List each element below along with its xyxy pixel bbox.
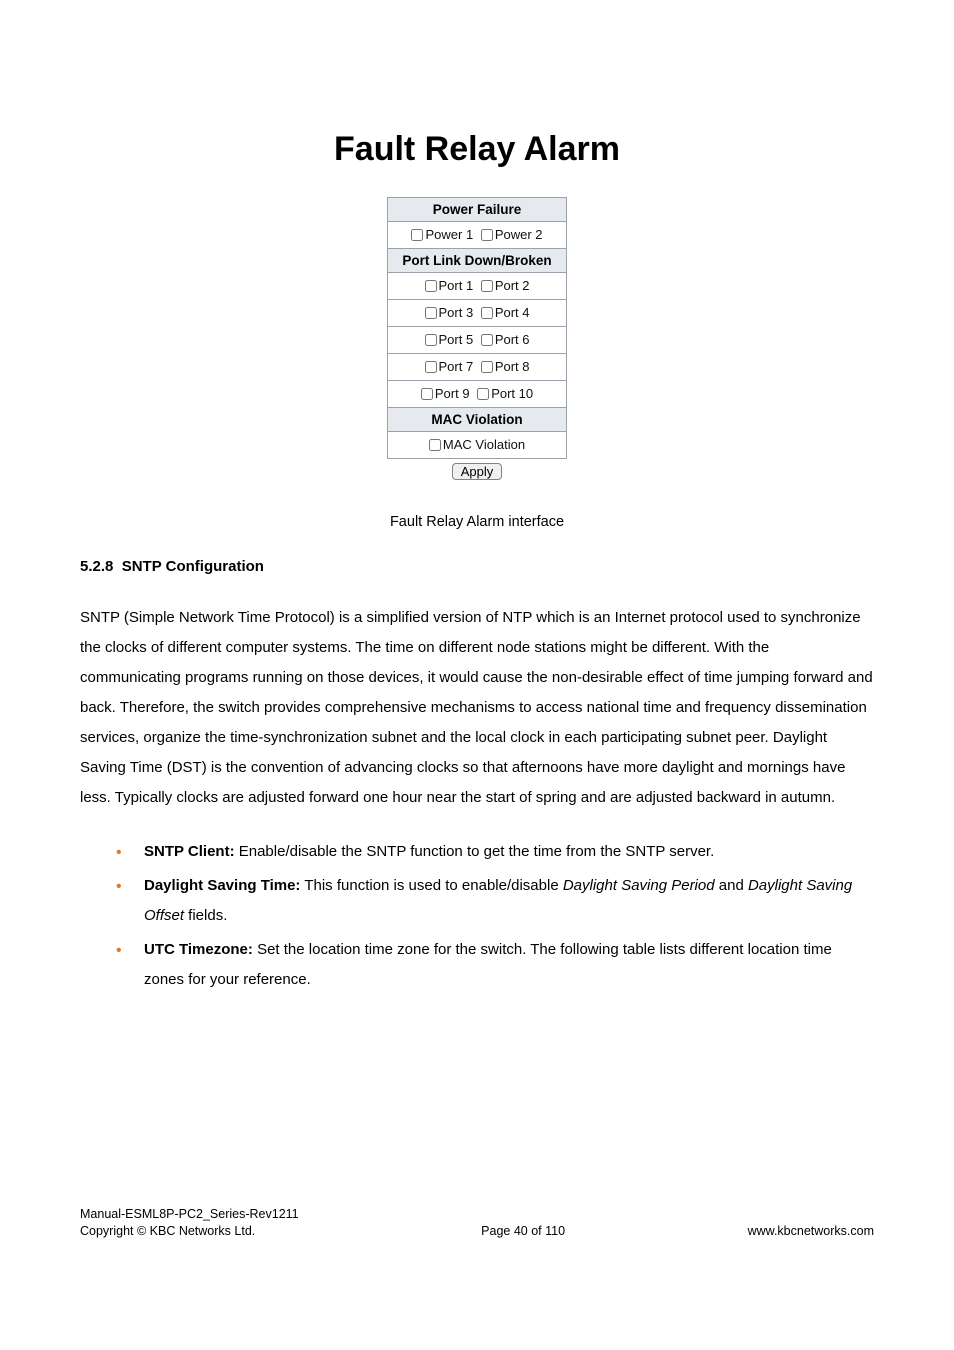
paragraph-1: SNTP (Simple Network Time Protocol) is a… [80,603,874,813]
port10-label: Port 10 [491,386,533,401]
port3-label: Port 3 [439,305,474,320]
mac-violation-label: MAC Violation [443,437,525,452]
footer-line1: Manual-ESML8P-PC2_Series-Rev1211 [80,1206,299,1223]
port3-checkbox[interactable] [425,307,437,319]
list-item: Daylight Saving Time: This function is u… [116,871,874,931]
port-row-4: Port 7 Port 8 [388,354,567,381]
port4-checkbox[interactable] [481,307,493,319]
port4-label: Port 4 [495,305,530,320]
power-failure-header: Power Failure [388,198,567,222]
port6-checkbox[interactable] [481,334,493,346]
fault-relay-table: Power Failure Power 1 Power 2 Port Link … [387,197,567,484]
port-row-1: Port 1 Port 2 [388,273,567,300]
power1-checkbox[interactable] [411,229,423,241]
section-title: SNTP Configuration [122,558,264,575]
port10-checkbox[interactable] [477,388,489,400]
bullet-text: fields. [184,907,227,924]
port7-checkbox[interactable] [425,361,437,373]
footer-page: Page 40 of 110 [299,1223,748,1240]
bullet-italic: Daylight Saving Period [563,877,715,894]
port-link-header: Port Link Down/Broken [388,249,567,273]
port9-label: Port 9 [435,386,470,401]
port6-label: Port 6 [495,332,530,347]
power1-label: Power 1 [425,227,473,242]
footer-url: www.kbcnetworks.com [748,1223,874,1240]
port-row-3: Port 5 Port 6 [388,327,567,354]
port-row-5: Port 9 Port 10 [388,381,567,408]
list-item: UTC Timezone: Set the location time zone… [116,935,874,995]
mac-violation-row: MAC Violation [388,432,567,459]
port1-checkbox[interactable] [425,280,437,292]
bullet-text: This function is used to enable/disable [300,877,562,894]
port5-checkbox[interactable] [425,334,437,346]
bullet-label: SNTP Client: [144,843,235,860]
port9-checkbox[interactable] [421,388,433,400]
power2-label: Power 2 [495,227,543,242]
feature-list: SNTP Client: Enable/disable the SNTP fun… [80,837,874,995]
port2-checkbox[interactable] [481,280,493,292]
port5-label: Port 5 [439,332,474,347]
section-number: 5.2.8 [80,558,113,575]
mac-violation-header: MAC Violation [388,408,567,432]
apply-button[interactable]: Apply [452,463,503,480]
panel-title: Fault Relay Alarm [80,130,874,169]
footer-line2: Copyright © KBC Networks Ltd. [80,1223,299,1240]
port1-label: Port 1 [439,278,474,293]
bullet-text: and [715,877,748,894]
bullet-label: UTC Timezone: [144,941,253,958]
power-failure-row: Power 1 Power 2 [388,222,567,249]
mac-violation-checkbox[interactable] [429,439,441,451]
panel-caption: Fault Relay Alarm interface [80,514,874,530]
port-row-2: Port 3 Port 4 [388,300,567,327]
port7-label: Port 7 [439,359,474,374]
list-item: SNTP Client: Enable/disable the SNTP fun… [116,837,874,867]
section-heading: 5.2.8 SNTP Configuration [80,558,874,575]
page-footer: Manual-ESML8P-PC2_Series-Rev1211 Copyrig… [80,1206,874,1240]
port8-checkbox[interactable] [481,361,493,373]
bullet-label: Daylight Saving Time: [144,877,300,894]
bullet-text: Enable/disable the SNTP function to get … [235,843,715,860]
port8-label: Port 8 [495,359,530,374]
port2-label: Port 2 [495,278,530,293]
power2-checkbox[interactable] [481,229,493,241]
